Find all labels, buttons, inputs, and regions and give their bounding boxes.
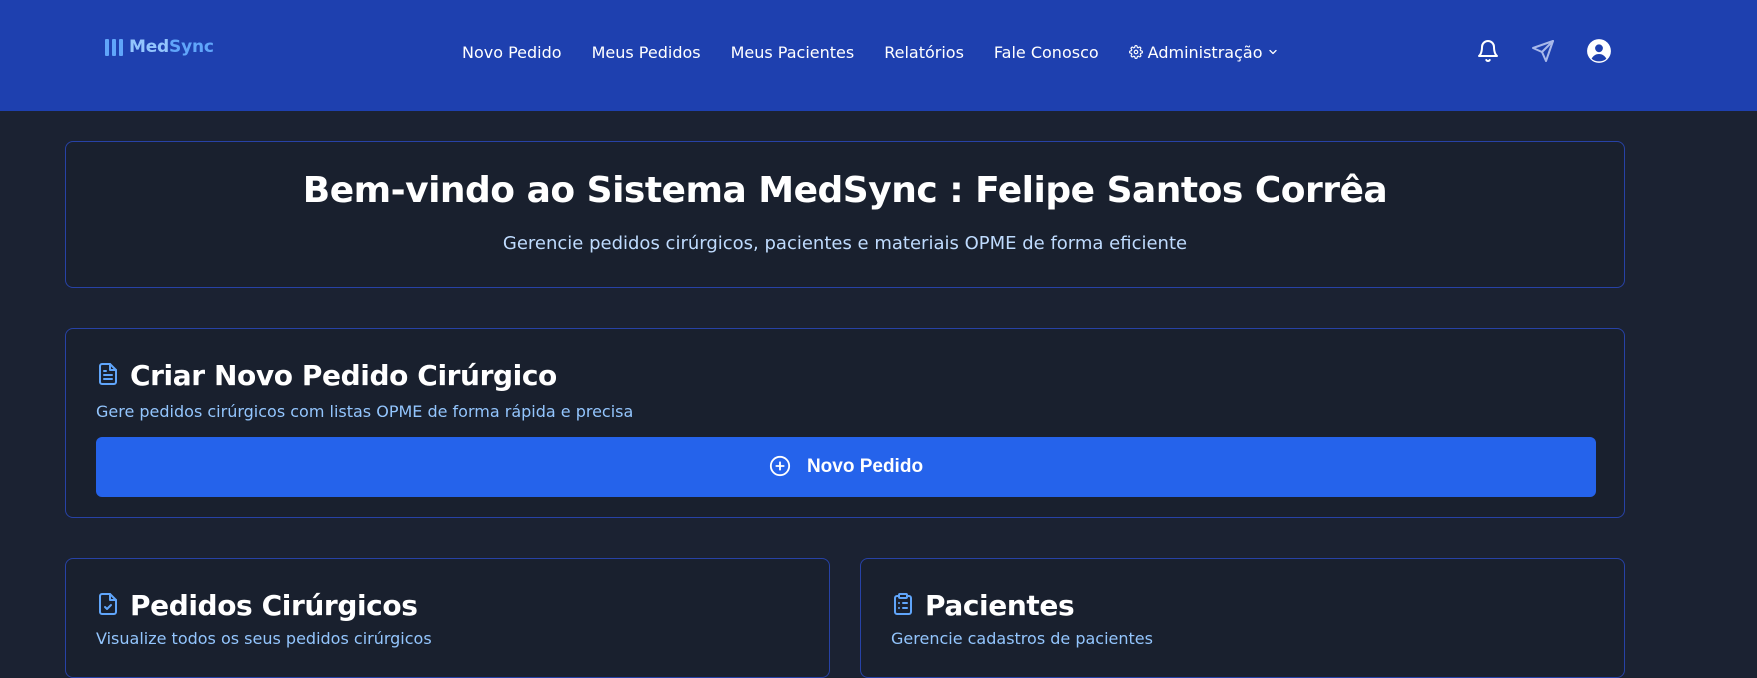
card-header: Pacientes — [891, 589, 1075, 622]
nav-label: Administração — [1147, 42, 1263, 62]
new-order-button-label: Novo Pedido — [806, 456, 924, 477]
nav-administracao-dropdown[interactable]: Administração — [1128, 42, 1280, 62]
card-description: Gere pedidos cirúrgicos com listas OPME … — [96, 402, 634, 421]
nav-label: Fale Conosco — [993, 42, 1099, 62]
card-description: Visualize todos os seus pedidos cirúrgic… — [96, 629, 432, 648]
logo-bars-icon — [105, 38, 123, 56]
card-title: Pedidos Cirúrgicos — [130, 589, 418, 622]
welcome-title: Bem-vindo ao Sistema MedSync : Felipe Sa… — [302, 170, 1388, 211]
welcome-subtitle: Gerencie pedidos cirúrgicos, pacientes e… — [502, 233, 1188, 254]
nav-label: Novo Pedido — [462, 42, 562, 62]
document-icon — [96, 361, 120, 391]
logo-text: MedSync — [129, 37, 214, 57]
user-circle-icon[interactable] — [1586, 38, 1612, 64]
send-icon[interactable] — [1530, 38, 1556, 64]
nav-meus-pacientes[interactable]: Meus Pacientes — [731, 43, 855, 62]
chevron-down-icon — [1267, 46, 1279, 58]
create-order-card: Criar Novo Pedido Cirúrgico Gere pedidos… — [65, 328, 1625, 518]
nav-label: Relatórios — [884, 42, 964, 62]
card-header: Pedidos Cirúrgicos — [96, 589, 418, 622]
nav-fale-conosco[interactable]: Fale Conosco — [994, 43, 1099, 62]
gear-icon — [1128, 45, 1143, 59]
logo-text-med: Med — [129, 37, 170, 57]
bell-icon[interactable] — [1475, 38, 1501, 64]
welcome-card: Bem-vindo ao Sistema MedSync : Felipe Sa… — [65, 141, 1625, 288]
card-title: Criar Novo Pedido Cirúrgico — [130, 359, 557, 392]
nav-meus-pedidos[interactable]: Meus Pedidos — [592, 43, 701, 62]
medsync-logo[interactable]: MedSync — [105, 36, 214, 58]
patients-card[interactable]: Pacientes Gerencie cadastros de paciente… — [860, 558, 1625, 678]
surgical-orders-card[interactable]: Pedidos Cirúrgicos Visualize todos os se… — [65, 558, 830, 678]
nav-label: Meus Pedidos — [591, 42, 701, 62]
card-description: Gerencie cadastros de pacientes — [891, 629, 1153, 648]
file-check-icon — [96, 591, 120, 621]
clipboard-list-icon — [891, 591, 915, 621]
nav-label: Meus Pacientes — [730, 42, 855, 62]
card-header: Criar Novo Pedido Cirúrgico — [96, 359, 557, 392]
new-order-button[interactable]: Novo Pedido — [96, 437, 1596, 497]
plus-circle-icon — [769, 455, 791, 480]
card-title: Pacientes — [925, 589, 1075, 622]
top-navbar: MedSync Novo Pedido Meus Pedidos Meus Pa… — [0, 0, 1757, 111]
nav-novo-pedido[interactable]: Novo Pedido — [462, 43, 562, 62]
main-nav: Novo Pedido Meus Pedidos Meus Pacientes … — [462, 40, 1279, 64]
nav-relatorios[interactable]: Relatórios — [884, 43, 964, 62]
logo-text-sync: Sync — [169, 37, 214, 57]
